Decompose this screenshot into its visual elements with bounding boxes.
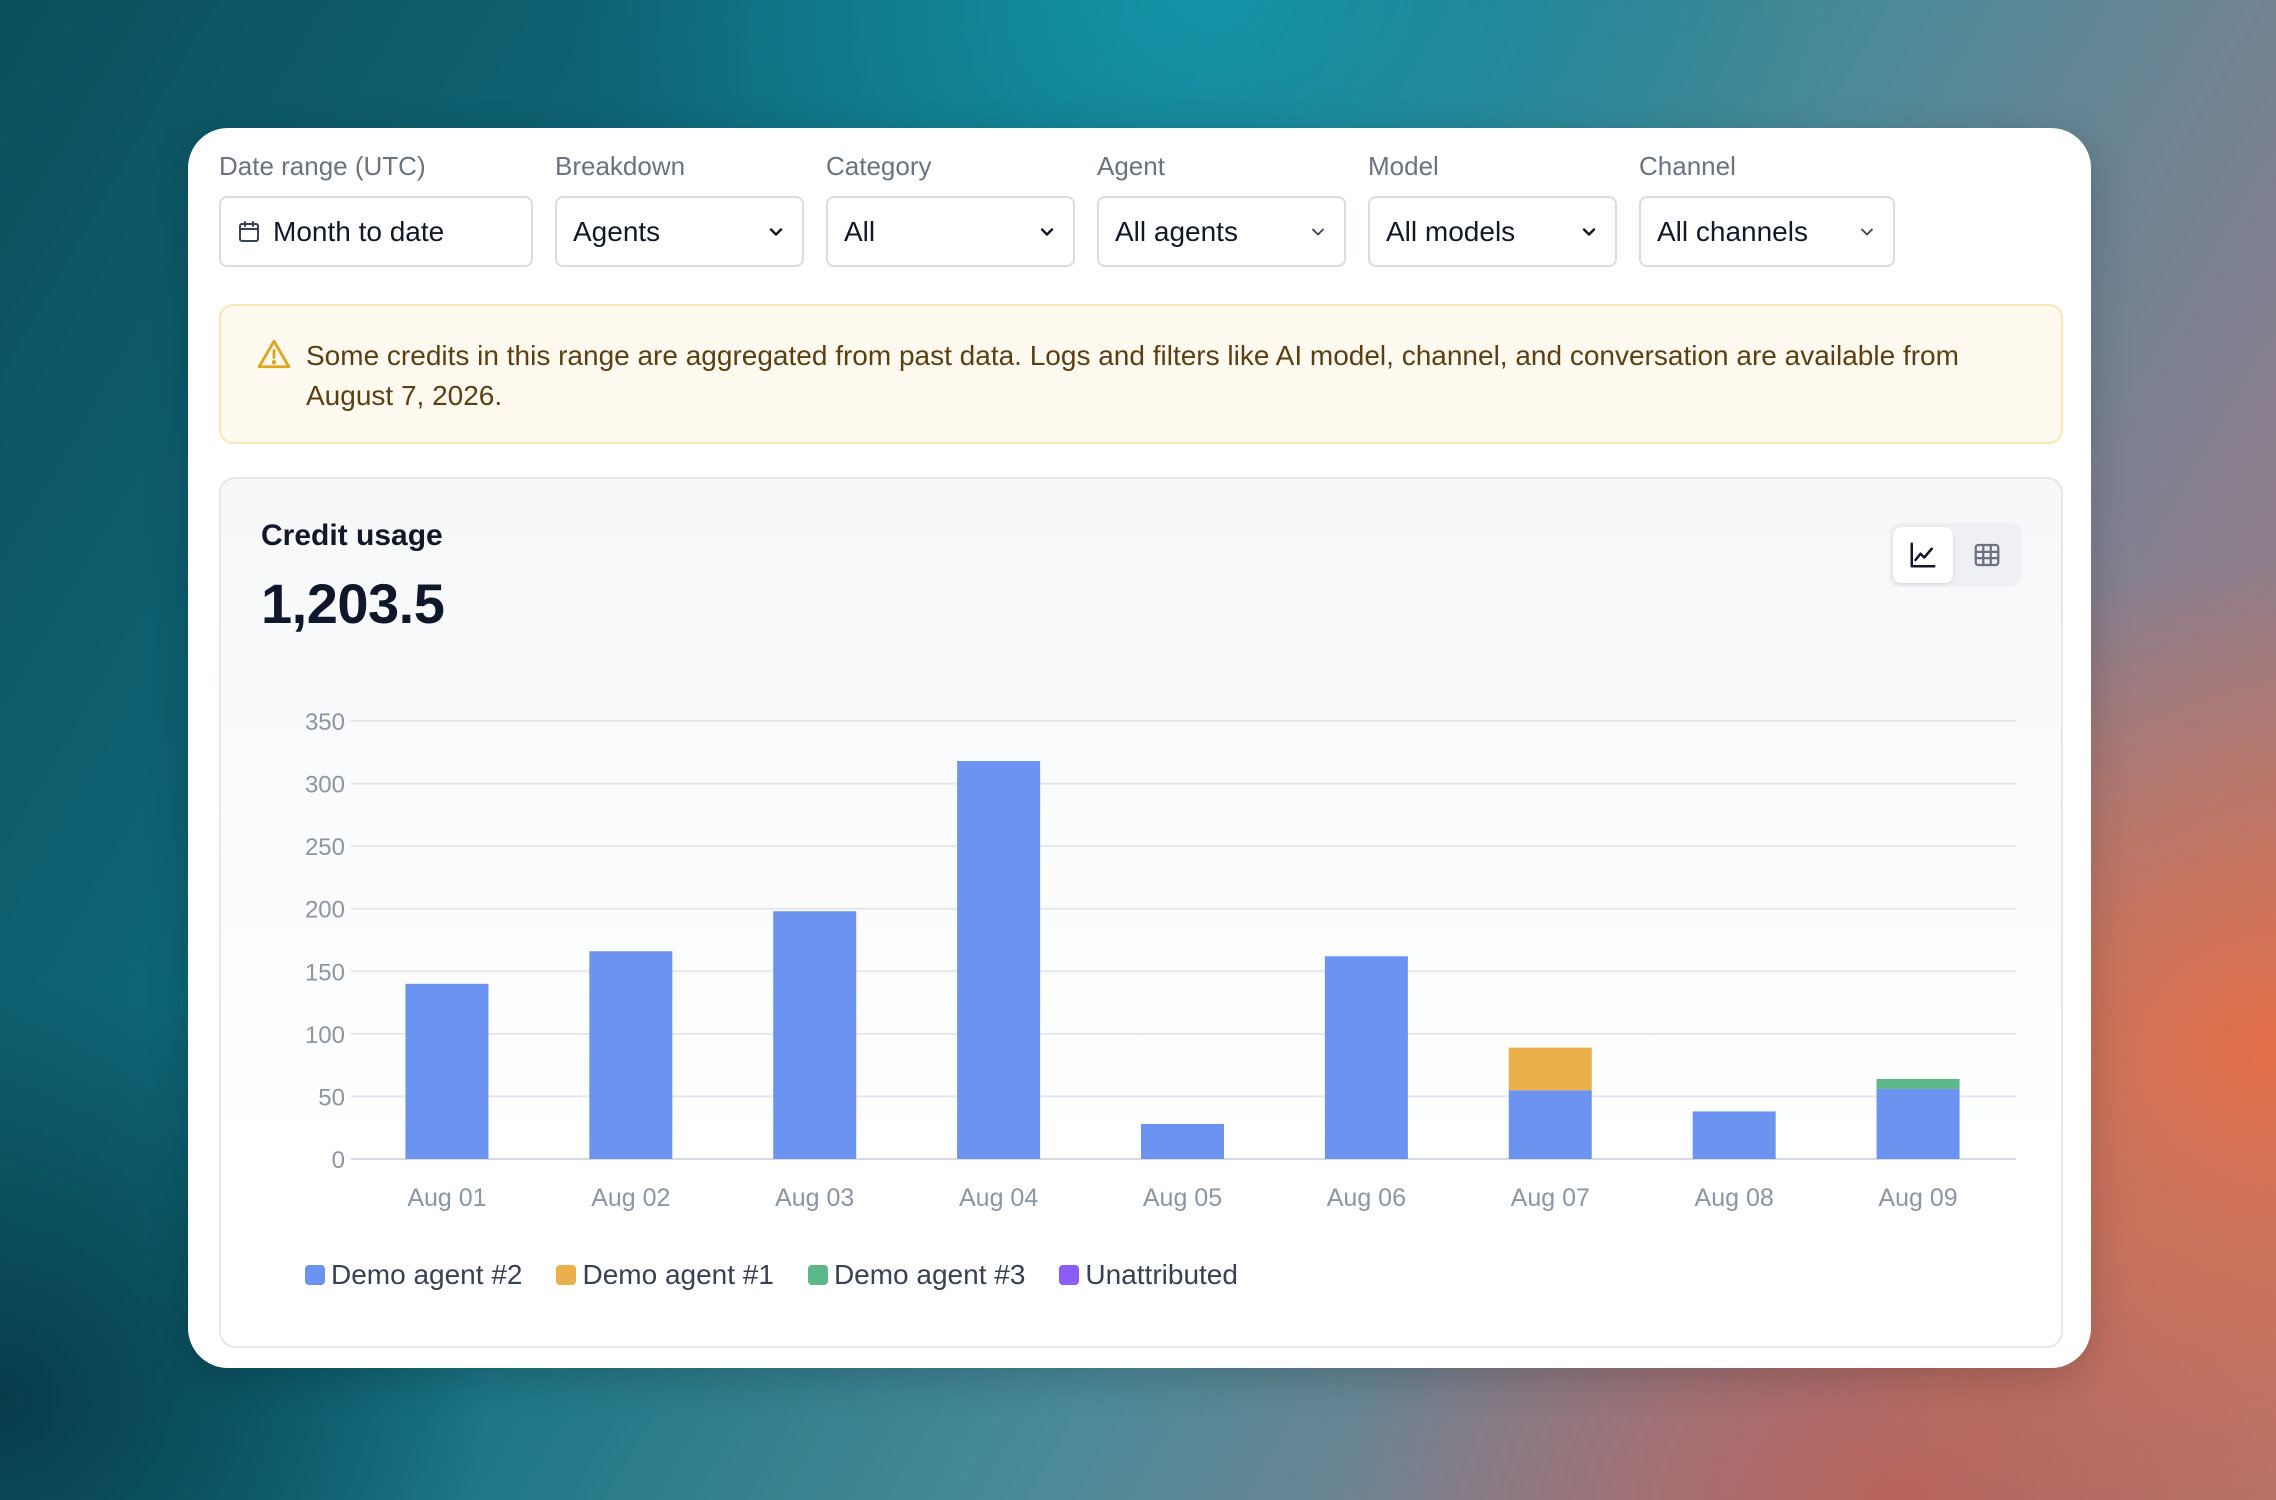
bar-segment: [1141, 1123, 1224, 1159]
legend-swatch: [305, 1265, 325, 1285]
y-tick-label: 200: [305, 897, 345, 924]
agent-select[interactable]: All agents: [1097, 196, 1346, 267]
legend-label: Demo agent #3: [833, 1259, 1026, 1290]
y-tick-label: 300: [305, 772, 345, 799]
x-tick-label: Aug 07: [1511, 1184, 1590, 1212]
table-icon: [1974, 543, 2000, 567]
y-tick-label: 50: [318, 1084, 345, 1111]
channel-select[interactable]: All channels: [1639, 196, 1895, 267]
filter-breakdown: Breakdown Agents: [555, 146, 804, 267]
agent-value: All agents: [1115, 215, 1238, 247]
legend-item[interactable]: Unattributed: [1059, 1259, 1238, 1291]
x-tick-label: Aug 01: [407, 1184, 486, 1212]
model-select[interactable]: All models: [1368, 196, 1617, 267]
chevron-down-icon: [1040, 227, 1054, 236]
date-range-picker[interactable]: Month to date: [219, 196, 533, 267]
warning-icon: [257, 339, 291, 369]
data-notice-banner: Some credits in this range are aggregate…: [219, 304, 2063, 444]
x-tick-label: Aug 04: [959, 1184, 1038, 1212]
y-tick-label: 250: [305, 834, 345, 861]
category-value: All: [844, 215, 876, 247]
legend-label: Demo agent #1: [582, 1259, 774, 1290]
bar-segment: [1508, 1047, 1592, 1091]
breakdown-label: Breakdown: [555, 151, 686, 181]
filter-channel: Channel All channels: [1639, 146, 1895, 267]
bar-segment: [773, 911, 857, 1159]
table-view-button[interactable]: [1957, 527, 2017, 583]
y-tick-label: 0: [332, 1147, 345, 1174]
legend-label: Unattributed: [1085, 1259, 1238, 1290]
filter-bar: Date range (UTC) Month to date Breakdown…: [219, 146, 1895, 267]
chevron-down-icon: [1861, 228, 1873, 235]
x-tick-label: Aug 08: [1695, 1184, 1774, 1212]
legend-item[interactable]: Demo agent #3: [807, 1259, 1026, 1291]
line-chart-icon: [1910, 542, 1936, 568]
date-range-label: Date range (UTC): [219, 151, 426, 181]
bar-segment: [957, 761, 1041, 1159]
bar-segment: [589, 951, 673, 1159]
channel-value: All channels: [1657, 215, 1808, 247]
y-tick-label: 100: [305, 1022, 345, 1049]
legend-swatch: [556, 1265, 577, 1285]
date-range-value: Month to date: [273, 215, 445, 247]
credit-usage-chart-panel: 0 50 100 150 200 250 300 350 Aug 01 Aug 02 Aug 03 A…: [219, 477, 2063, 1348]
x-tick-label: Aug 03: [775, 1184, 854, 1212]
y-tick-label: 150: [305, 959, 345, 986]
chevron-down-icon: [1312, 228, 1324, 235]
bar-segment: [1692, 1111, 1776, 1159]
x-tick-label: Aug 06: [1327, 1184, 1406, 1212]
chevron-down-icon: [1582, 227, 1596, 236]
filter-date-range: Date range (UTC) Month to date: [219, 146, 533, 267]
legend-swatch: [1059, 1265, 1080, 1285]
x-tick-label: Aug 05: [1143, 1184, 1222, 1212]
legend-label: Demo agent #2: [331, 1259, 523, 1290]
calendar-icon: [239, 220, 259, 242]
notice-text: Some credits in this range are aggregate…: [306, 340, 1959, 411]
model-value: All models: [1386, 215, 1516, 247]
y-tick-label: 350: [305, 709, 345, 736]
credit-usage-chart: 0 50 100 150 200 250 300 350 Aug 01 Aug 02 Aug 03 A…: [305, 709, 2016, 1212]
chevron-down-icon: [769, 227, 783, 236]
legend-item[interactable]: Demo agent #1: [556, 1259, 774, 1291]
view-toggle: [1889, 523, 2021, 587]
model-label: Model: [1368, 151, 1439, 181]
chart-legend: Demo agent #2 Demo agent #1 Demo agent #3 U…: [305, 1259, 1238, 1291]
bar-segment: [1508, 1090, 1592, 1159]
legend-item[interactable]: Demo agent #2: [305, 1259, 522, 1291]
chart-view-button[interactable]: [1893, 527, 1953, 583]
filter-agent: Agent All agents: [1097, 146, 1346, 267]
bar-segment: [405, 983, 489, 1159]
filter-category: Category All: [826, 146, 1075, 267]
category-select[interactable]: All: [826, 196, 1075, 267]
channel-label: Channel: [1639, 151, 1736, 181]
credit-total: 1,203.5: [261, 572, 445, 635]
bar-segment: [1324, 956, 1408, 1159]
bar-segment: [1876, 1078, 1960, 1089]
legend-swatch: [807, 1265, 828, 1285]
filter-model: Model All models: [1368, 146, 1617, 267]
breakdown-select[interactable]: Agents: [555, 196, 804, 267]
breakdown-value: Agents: [573, 215, 661, 247]
agent-label: Agent: [1097, 151, 1165, 181]
category-label: Category: [826, 151, 932, 181]
x-tick-label: Aug 02: [591, 1184, 670, 1212]
x-tick-label: Aug 09: [1878, 1184, 1957, 1212]
chart-title: Credit usage: [261, 519, 443, 552]
bar-segment: [1876, 1088, 1960, 1159]
usage-card: Date range (UTC) Month to date Breakdown…: [188, 128, 2091, 1368]
